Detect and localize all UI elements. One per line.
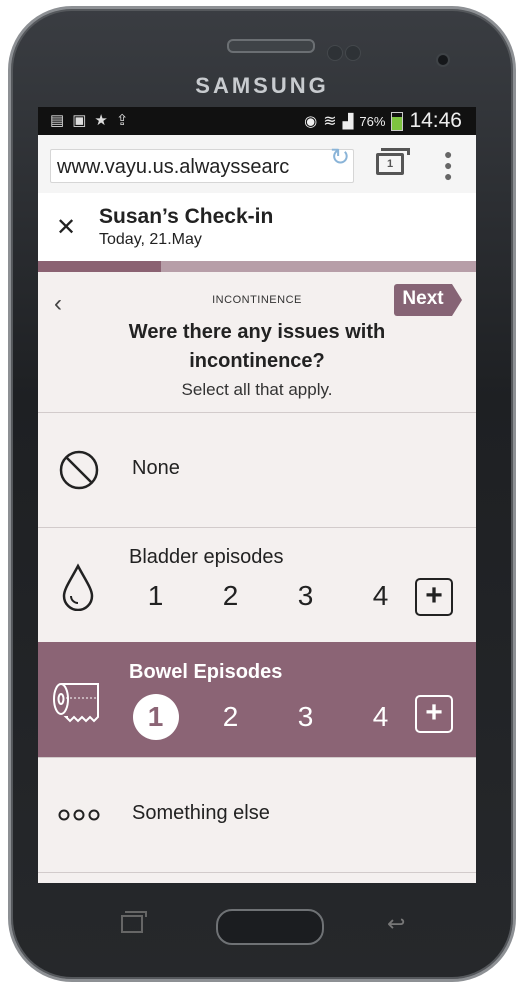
progress-fill xyxy=(38,261,161,272)
screen: ▤ ▣ ★ ⇪ ◉ ≋ ▟ 76% 14:46 www.vayu.us.alwa… xyxy=(38,107,476,883)
toilet-paper-icon xyxy=(52,681,104,730)
status-bar: ▤ ▣ ★ ⇪ ◉ ≋ ▟ 76% 14:46 xyxy=(38,107,476,135)
question-text: Were there any issues with incontinence? xyxy=(128,321,386,372)
option-none-label: None xyxy=(132,457,180,479)
sim-icon: ▤ xyxy=(50,112,65,129)
progress-bar xyxy=(38,261,476,272)
question-panel: ‹ INCONTINENCE Next Were there any issue… xyxy=(38,272,476,883)
bladder-count-2[interactable]: 2 xyxy=(193,580,268,612)
clock: 14:46 xyxy=(409,109,462,132)
next-button[interactable]: Next xyxy=(394,284,462,316)
home-button[interactable] xyxy=(216,909,324,945)
wifi-icon: ≋ xyxy=(323,113,337,130)
back-key-icon[interactable]: ↩ xyxy=(387,911,405,937)
battery-percent: 76% xyxy=(359,113,386,129)
image-icon: ▣ xyxy=(72,112,87,129)
hardware-keys: ↩ xyxy=(11,893,513,963)
option-bowel[interactable]: Bowel Episodes 1 2 3 4 + xyxy=(38,642,476,757)
bladder-add-button[interactable]: + xyxy=(415,578,453,616)
overflow-menu-icon[interactable]: ● ● ● xyxy=(444,147,452,183)
front-camera xyxy=(436,53,450,67)
bowel-count-1-selected[interactable]: 1 xyxy=(118,694,193,740)
eye-icon: ◉ xyxy=(304,113,318,130)
option-else-label: Something else xyxy=(132,802,270,824)
proximity-sensor xyxy=(327,45,343,61)
no-entry-icon xyxy=(58,449,100,496)
url-field[interactable]: www.vayu.us.alwayssearc xyxy=(50,149,354,183)
brand-logo: SAMSUNG xyxy=(195,73,329,98)
tabs-button[interactable]: 1 xyxy=(376,148,410,175)
recents-icon[interactable] xyxy=(121,911,147,933)
bladder-count-4[interactable]: 4 xyxy=(343,580,418,612)
droplet-icon xyxy=(60,563,96,616)
bladder-count-1[interactable]: 1 xyxy=(118,580,193,612)
status-indicators: ◉ ≋ ▟ 76% 14:46 xyxy=(304,109,462,133)
bowel-count-3[interactable]: 3 xyxy=(268,701,343,733)
option-something-else[interactable]: Something else xyxy=(38,757,476,872)
browser-toolbar: www.vayu.us.alwayssearc ↻ 1 ● ● ● xyxy=(38,135,476,193)
option-bowel-label: Bowel Episodes xyxy=(129,661,283,683)
bladder-count-3[interactable]: 3 xyxy=(268,580,343,612)
page-title: Susan’s Check-in xyxy=(99,205,274,228)
option-bladder[interactable]: Bladder episodes 1 2 3 4 + xyxy=(38,527,476,642)
reload-icon[interactable]: ↻ xyxy=(330,143,350,172)
bowel-count-4[interactable]: 4 xyxy=(343,701,418,733)
upload-icon: ⇪ xyxy=(115,112,129,129)
option-bladder-label: Bladder episodes xyxy=(129,546,284,568)
page-subtitle: Today, 21.May xyxy=(99,231,202,248)
app-header: ✕ Susan’s Check-in Today, 21.May xyxy=(38,193,476,261)
earpiece xyxy=(227,39,315,53)
notification-icons: ▤ ▣ ★ ⇪ xyxy=(50,111,128,129)
light-sensor xyxy=(345,45,361,61)
divider xyxy=(38,872,476,883)
hint-text: Select all that apply. xyxy=(181,380,333,399)
close-icon[interactable]: ✕ xyxy=(56,213,76,242)
more-icon xyxy=(58,808,100,827)
option-none[interactable]: None xyxy=(38,412,476,527)
bowel-add-button[interactable]: + xyxy=(415,695,453,733)
bladder-count-row: 1 2 3 4 xyxy=(118,580,418,612)
signal-icon: ▟ xyxy=(342,112,354,129)
bowel-count-2[interactable]: 2 xyxy=(193,701,268,733)
bowel-count-row: 1 2 3 4 xyxy=(118,694,418,740)
star-icon: ★ xyxy=(94,112,108,129)
battery-icon xyxy=(391,111,404,131)
